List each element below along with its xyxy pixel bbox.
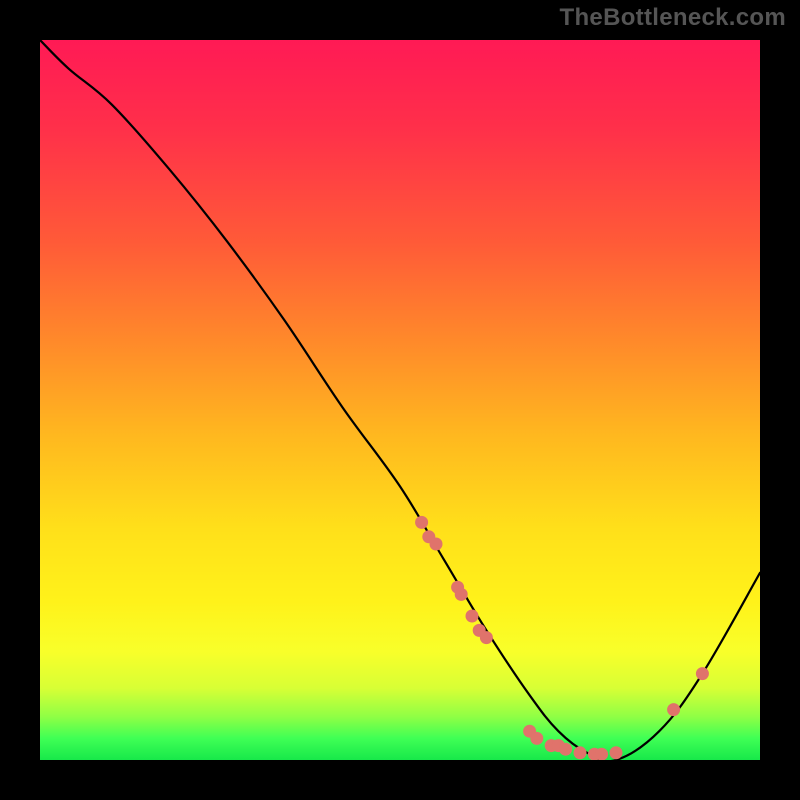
data-point-marker xyxy=(480,631,493,644)
data-point-marker xyxy=(696,667,709,680)
data-point-marker xyxy=(610,746,623,759)
data-point-marker xyxy=(415,516,428,529)
plot-area xyxy=(40,40,760,760)
data-point-marker xyxy=(466,610,479,623)
data-point-marker xyxy=(667,703,680,716)
curve-layer xyxy=(40,40,760,760)
data-point-marker xyxy=(455,588,468,601)
data-point-marker xyxy=(430,538,443,551)
marker-group xyxy=(415,516,709,760)
data-point-marker xyxy=(530,732,543,745)
data-point-marker xyxy=(574,746,587,759)
chart-stage: TheBottleneck.com xyxy=(0,0,800,800)
data-point-marker xyxy=(559,743,572,756)
bottleneck-curve xyxy=(40,40,760,760)
watermark-text: TheBottleneck.com xyxy=(560,4,786,32)
